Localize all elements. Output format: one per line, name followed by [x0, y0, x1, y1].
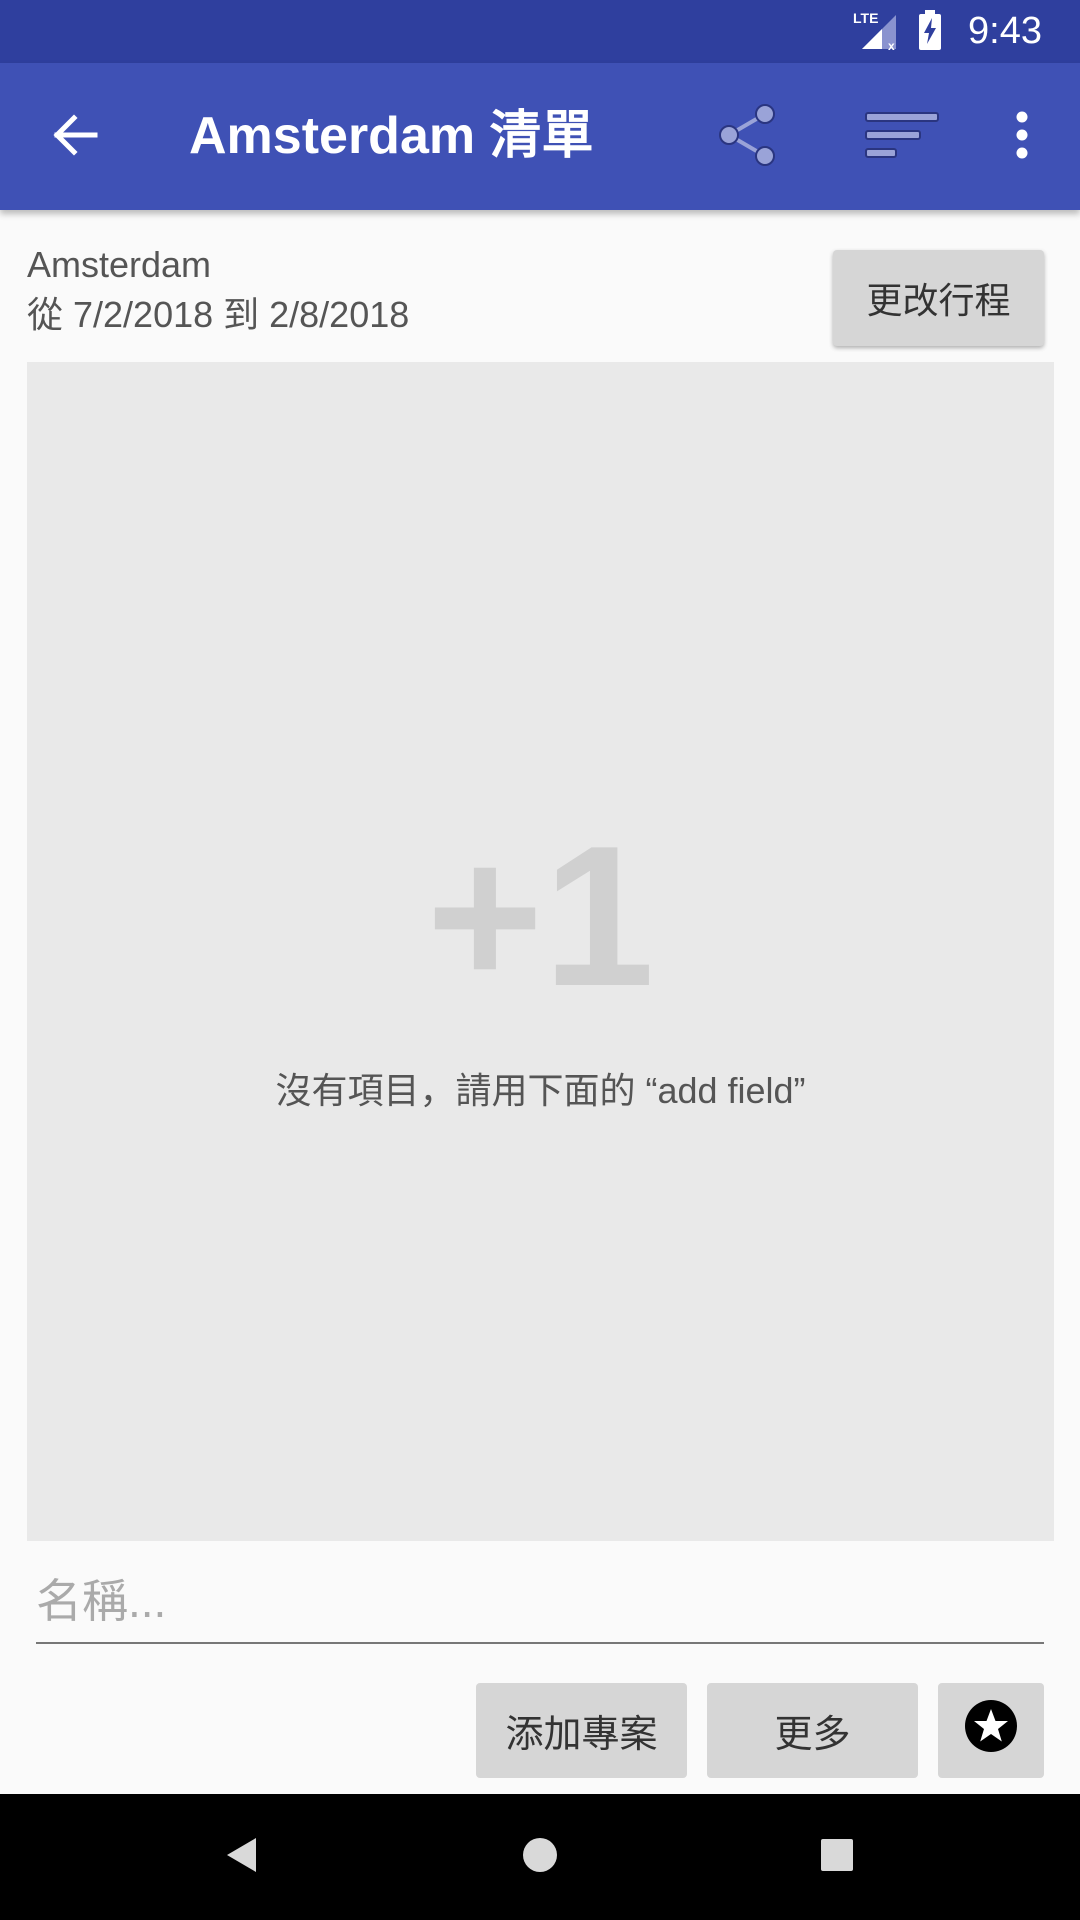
back-button[interactable]	[36, 63, 114, 210]
nav-home-button[interactable]	[490, 1794, 590, 1920]
page-title: Amsterdam 清單	[189, 107, 594, 165]
empty-state-message: 沒有項目，請用下面的 “add field”	[275, 1070, 806, 1111]
favorite-button[interactable]	[938, 1683, 1044, 1778]
trip-dates: 從 7/2/2018 到 2/8/2018	[27, 294, 410, 335]
item-list-empty-state: +1 沒有項目，請用下面的 “add field”	[27, 362, 1054, 1541]
status-icons: LTE x 9:43	[852, 0, 1042, 63]
share-button[interactable]	[706, 63, 790, 210]
svg-text:x: x	[888, 39, 895, 51]
change-trip-button[interactable]: 更改行程	[833, 250, 1044, 346]
sort-icon	[864, 109, 940, 165]
nav-back-button[interactable]	[191, 1794, 291, 1920]
more-button[interactable]: 更多	[707, 1683, 918, 1778]
more-vert-icon	[1015, 111, 1029, 163]
screen: LTE x 9:43 Amsterdam 清單 Amsterdam 從 7/2/…	[0, 0, 1080, 1920]
arrow-back-icon	[52, 113, 98, 160]
nav-home-icon	[522, 1837, 558, 1877]
more-options-button[interactable]	[1000, 63, 1044, 210]
system-nav-bar	[0, 1794, 1080, 1920]
status-bar: LTE x 9:43	[0, 0, 1080, 63]
app-bar: Amsterdam 清單	[0, 63, 1080, 210]
trip-info: Amsterdam 從 7/2/2018 到 2/8/2018	[27, 240, 409, 340]
trip-destination: Amsterdam	[27, 244, 212, 285]
svg-text:LTE: LTE	[853, 10, 878, 26]
nav-recents-icon	[820, 1838, 854, 1876]
battery-charging-icon	[918, 9, 942, 54]
nav-back-icon	[224, 1836, 258, 1878]
clock: 9:43	[968, 10, 1042, 52]
add-item-button[interactable]: 添加專案	[476, 1683, 687, 1778]
share-icon	[715, 102, 781, 172]
nav-recents-button[interactable]	[787, 1794, 887, 1920]
star-circle-icon	[963, 1698, 1019, 1764]
item-name-input[interactable]	[36, 1560, 1044, 1644]
lte-signal-icon: LTE x	[852, 9, 902, 55]
sort-button[interactable]	[860, 63, 944, 210]
empty-state-graphic: +1	[426, 805, 655, 1028]
